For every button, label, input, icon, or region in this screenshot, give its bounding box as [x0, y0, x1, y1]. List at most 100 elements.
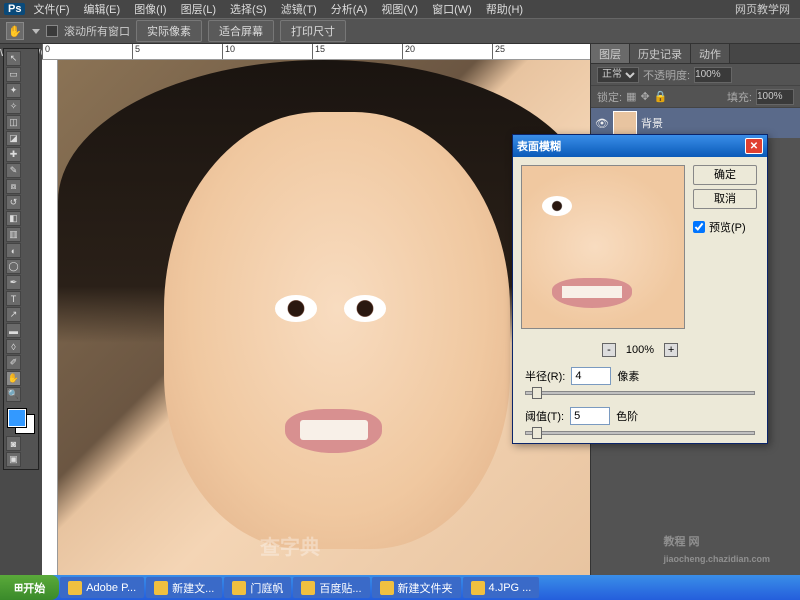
preview-checkbox[interactable] — [693, 221, 705, 233]
taskbar-item[interactable]: 新建文件夹 — [372, 577, 461, 598]
path-tool[interactable]: ↗ — [6, 307, 21, 322]
threshold-slider[interactable] — [525, 431, 755, 435]
lock-pixels-icon[interactable]: ▦ — [626, 90, 636, 103]
menu-layer[interactable]: 图层(L) — [175, 0, 222, 18]
radius-slider[interactable] — [525, 391, 755, 395]
gradient-tool[interactable]: ▥ — [6, 227, 21, 242]
threshold-input[interactable] — [570, 407, 610, 425]
threshold-unit: 色阶 — [616, 408, 638, 424]
heal-tool[interactable]: ✚ — [6, 147, 21, 162]
zoom-out-button[interactable]: - — [602, 343, 616, 357]
blend-mode-select[interactable]: 正常 — [597, 67, 639, 83]
crop-tool[interactable]: ◫ — [6, 115, 21, 130]
fit-screen-button[interactable]: 适合屏幕 — [208, 20, 274, 42]
menu-file[interactable]: 文件(F) — [27, 0, 75, 18]
brush-tool[interactable]: ✎ — [6, 163, 21, 178]
eyedropper-tool[interactable]: ✐ — [6, 355, 21, 370]
radius-unit: 像素 — [617, 368, 639, 384]
print-size-button[interactable]: 打印尺寸 — [280, 20, 346, 42]
notes-tool[interactable]: ◊ — [6, 339, 21, 354]
ruler-tick: 5 — [132, 44, 140, 60]
history-brush-tool[interactable]: ↺ — [6, 195, 21, 210]
preview-thumbnail[interactable] — [521, 165, 685, 329]
cancel-button[interactable]: 取消 — [693, 189, 757, 209]
tool-preset-dropdown-icon[interactable] — [32, 29, 40, 34]
move-tool[interactable]: ↖ — [6, 51, 21, 66]
radius-row: 半径(R): 像素 — [513, 363, 767, 389]
ok-button[interactable]: 确定 — [693, 165, 757, 185]
menu-image[interactable]: 图像(I) — [128, 0, 172, 18]
lock-row: 锁定: ▦ ✥ 🔒 填充: — [591, 86, 800, 108]
ruler-tick: 15 — [312, 44, 325, 60]
taskbar-item[interactable]: 百度贴... — [293, 577, 369, 598]
folder-icon — [380, 581, 394, 595]
opacity-input[interactable] — [694, 67, 732, 83]
taskbar-item[interactable]: 门庭帆 — [224, 577, 291, 598]
taskbar-item[interactable]: 4.JPG ... — [463, 577, 540, 598]
menu-edit[interactable]: 编辑(E) — [78, 0, 127, 18]
taskbar-item[interactable]: 新建文... — [146, 577, 222, 598]
close-icon[interactable]: ✕ — [745, 138, 763, 154]
menu-view[interactable]: 视图(V) — [375, 0, 424, 18]
slider-thumb[interactable] — [532, 427, 542, 439]
zoom-in-button[interactable]: + — [664, 343, 678, 357]
lasso-tool[interactable]: ✦ — [6, 83, 21, 98]
screenmode-tool[interactable]: ▣ — [6, 452, 21, 467]
ps-logo: Ps — [4, 3, 25, 15]
hand-tool[interactable]: ✋ — [6, 371, 21, 386]
blur-tool[interactable]: ◐ — [6, 243, 21, 258]
scroll-all-checkbox[interactable] — [46, 25, 58, 37]
foreground-color[interactable] — [8, 409, 26, 427]
menu-filter[interactable]: 滤镜(T) — [275, 0, 323, 18]
app-icon — [154, 581, 168, 595]
tab-history[interactable]: 历史记录 — [630, 44, 691, 63]
zoom-row: - 100% + — [513, 337, 767, 363]
canvas[interactable] — [58, 60, 590, 575]
menu-help[interactable]: 帮助(H) — [480, 0, 529, 18]
lock-all-icon[interactable]: 🔒 — [654, 90, 668, 103]
document-image — [58, 60, 590, 575]
layer-thumbnail[interactable] — [613, 111, 637, 135]
blend-row: 正常 不透明度: — [591, 64, 800, 86]
fill-input[interactable] — [756, 89, 794, 105]
ruler-horizontal: 0 5 10 15 20 25 — [42, 44, 590, 60]
fill-label: 填充: — [727, 89, 752, 105]
panel-tabs: 图层 历史记录 动作 — [591, 44, 800, 64]
wand-tool[interactable]: ✧ — [6, 99, 21, 114]
menu-window[interactable]: 窗口(W) — [426, 0, 478, 18]
start-button[interactable]: ⊞ 开始 — [0, 575, 59, 600]
visibility-eye-icon[interactable]: 👁 — [595, 117, 609, 130]
ruler-tick: 0 — [42, 44, 50, 60]
ruler-tick: 10 — [222, 44, 235, 60]
menu-analysis[interactable]: 分析(A) — [325, 0, 374, 18]
tab-actions[interactable]: 动作 — [691, 44, 730, 63]
radius-input[interactable] — [571, 367, 611, 385]
taskbar-item[interactable]: Adobe P... — [60, 577, 144, 598]
menu-select[interactable]: 选择(S) — [224, 0, 273, 18]
dialog-titlebar[interactable]: 表面模糊 ✕ — [513, 135, 767, 157]
threshold-label: 阈值(T): — [525, 408, 564, 424]
shape-tool[interactable]: ▬ — [6, 323, 21, 338]
tab-layers[interactable]: 图层 — [591, 44, 630, 63]
preview-checkbox-row[interactable]: 预览(P) — [693, 219, 757, 235]
marquee-tool[interactable]: ▭ — [6, 67, 21, 82]
color-swatch[interactable] — [6, 407, 36, 435]
quickmask-tool[interactable]: ◙ — [6, 436, 21, 451]
toolbox: ↖ ▭ ✦ ✧ ◫ ◪ ✚ ✎ ⧇ ↺ ◧ ▥ ◐ ◯ ✒ T ↗ ▬ ◊ ✐ … — [3, 48, 39, 470]
eraser-tool[interactable]: ◧ — [6, 211, 21, 226]
pen-tool[interactable]: ✒ — [6, 275, 21, 290]
dialog-title: 表面模糊 — [517, 138, 561, 154]
app-icon — [68, 581, 82, 595]
brand-label: 网页教学网 — [729, 0, 796, 18]
image-icon — [471, 581, 485, 595]
windows-icon: ⊞ — [14, 581, 23, 594]
hand-tool-icon[interactable]: ✋ — [6, 22, 24, 40]
actual-pixels-button[interactable]: 实际像素 — [136, 20, 202, 42]
zoom-tool[interactable]: 🔍 — [6, 387, 21, 402]
slider-thumb[interactable] — [532, 387, 542, 399]
lock-position-icon[interactable]: ✥ — [640, 90, 649, 103]
stamp-tool[interactable]: ⧇ — [6, 179, 21, 194]
dodge-tool[interactable]: ◯ — [6, 259, 21, 274]
slice-tool[interactable]: ◪ — [6, 131, 21, 146]
type-tool[interactable]: T — [6, 291, 21, 306]
